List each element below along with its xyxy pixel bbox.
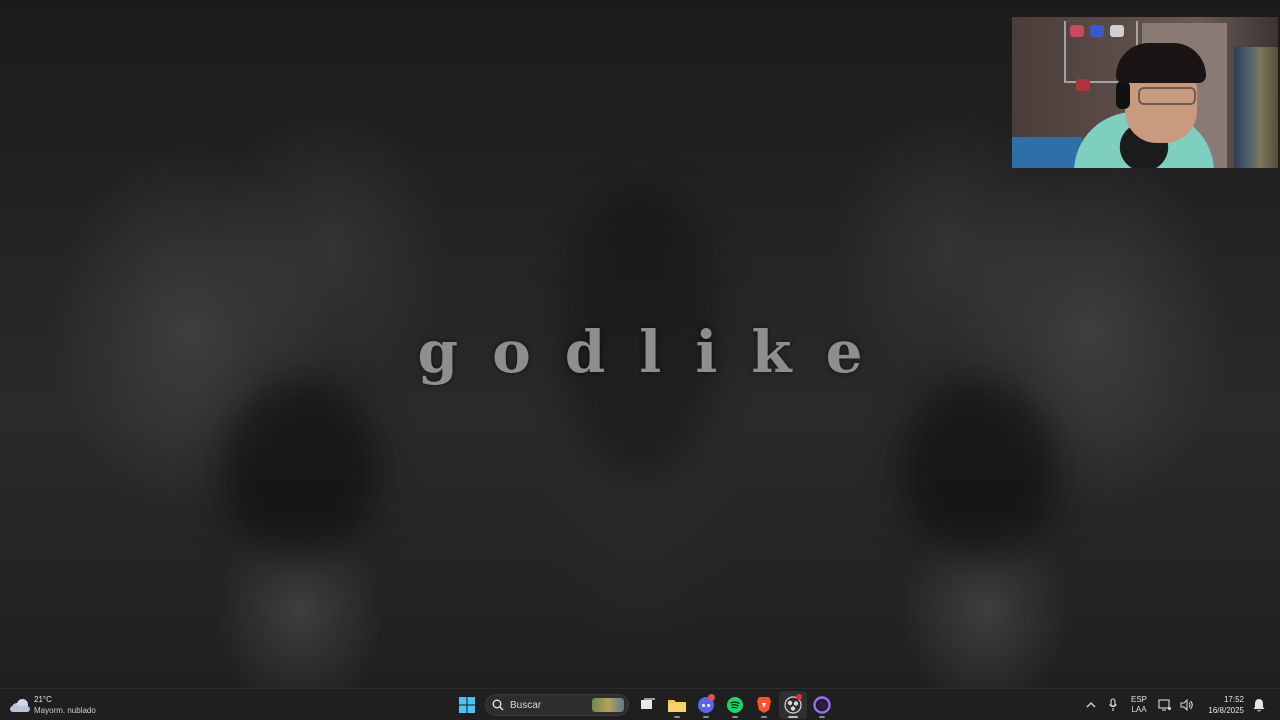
webcam-bed xyxy=(1012,137,1082,168)
obs-button[interactable] xyxy=(778,691,807,719)
notification-badge xyxy=(707,694,715,701)
microphone-button[interactable] xyxy=(1102,691,1124,719)
volume-button[interactable] xyxy=(1176,691,1198,719)
notifications-button[interactable] xyxy=(1248,691,1270,719)
brave-lion-icon xyxy=(756,697,771,713)
running-indicator xyxy=(731,716,738,718)
network-button[interactable] xyxy=(1154,691,1176,719)
running-indicator xyxy=(760,716,767,718)
folder-icon xyxy=(667,700,686,712)
clock-date: 16/8/2025 xyxy=(1208,706,1244,715)
search-icon xyxy=(492,699,504,711)
webcam-glasses xyxy=(1138,87,1196,105)
task-view-button[interactable] xyxy=(634,691,662,719)
wallpaper-title: godlike xyxy=(417,318,897,386)
webcam-shelf-item xyxy=(1090,25,1104,37)
taskbar-center: Buscar xyxy=(452,691,836,719)
search-highlight-image xyxy=(592,698,624,712)
cloud-icon xyxy=(10,698,30,712)
webcam-clothes xyxy=(1234,47,1278,168)
circle-app-button[interactable] xyxy=(808,691,836,719)
notification-bell-icon xyxy=(1253,699,1265,712)
clock[interactable]: 17:52 16/8/2025 xyxy=(1198,694,1244,716)
brave-button[interactable] xyxy=(750,691,778,719)
webcam-headset xyxy=(1116,81,1130,109)
spotify-button[interactable] xyxy=(721,691,749,719)
weather-condition: Mayorm. nublado xyxy=(34,706,96,715)
webcam-shelf-item xyxy=(1076,79,1090,91)
webcam-overlay xyxy=(1012,17,1278,168)
file-explorer-button[interactable] xyxy=(663,691,691,719)
running-indicator xyxy=(673,716,680,718)
wallpaper-shadow-right xyxy=(900,380,1060,560)
taskbar: 21°C Mayorm. nublado Buscar ESP LAA 17:5… xyxy=(0,688,1280,720)
webcam-person-hair xyxy=(1116,43,1206,83)
weather-temperature: 21°C xyxy=(34,695,52,704)
language-indicator[interactable]: ESP LAA xyxy=(1124,695,1154,715)
spotify-icon xyxy=(726,697,743,713)
task-view-icon xyxy=(640,698,655,709)
system-tray: ESP LAA 17:52 16/8/2025 xyxy=(1080,691,1270,719)
search-placeholder: Buscar xyxy=(510,699,542,711)
running-indicator xyxy=(787,716,798,718)
chevron-up-icon xyxy=(1086,702,1096,708)
webcam-shelf-item xyxy=(1070,25,1084,37)
windows-logo-icon xyxy=(458,697,475,713)
search-box[interactable]: Buscar xyxy=(485,694,629,716)
weather-widget[interactable]: 21°C Mayorm. nublado xyxy=(10,693,96,717)
webcam-shelf-item xyxy=(1110,25,1124,37)
purple-circle-icon xyxy=(812,696,831,714)
running-indicator xyxy=(702,716,709,718)
show-hidden-icons-button[interactable] xyxy=(1080,691,1102,719)
language-code: ESP xyxy=(1130,695,1147,704)
running-indicator xyxy=(818,716,825,718)
network-icon xyxy=(1158,699,1171,711)
recording-badge xyxy=(795,694,802,700)
wallpaper-shadow-left xyxy=(220,380,380,560)
microphone-icon xyxy=(1109,698,1117,711)
keyboard-layout: LAA xyxy=(1131,705,1147,714)
speaker-icon xyxy=(1180,699,1193,711)
clock-time: 17:52 xyxy=(1223,695,1244,704)
start-button[interactable] xyxy=(453,691,481,719)
discord-button[interactable] xyxy=(692,691,720,719)
